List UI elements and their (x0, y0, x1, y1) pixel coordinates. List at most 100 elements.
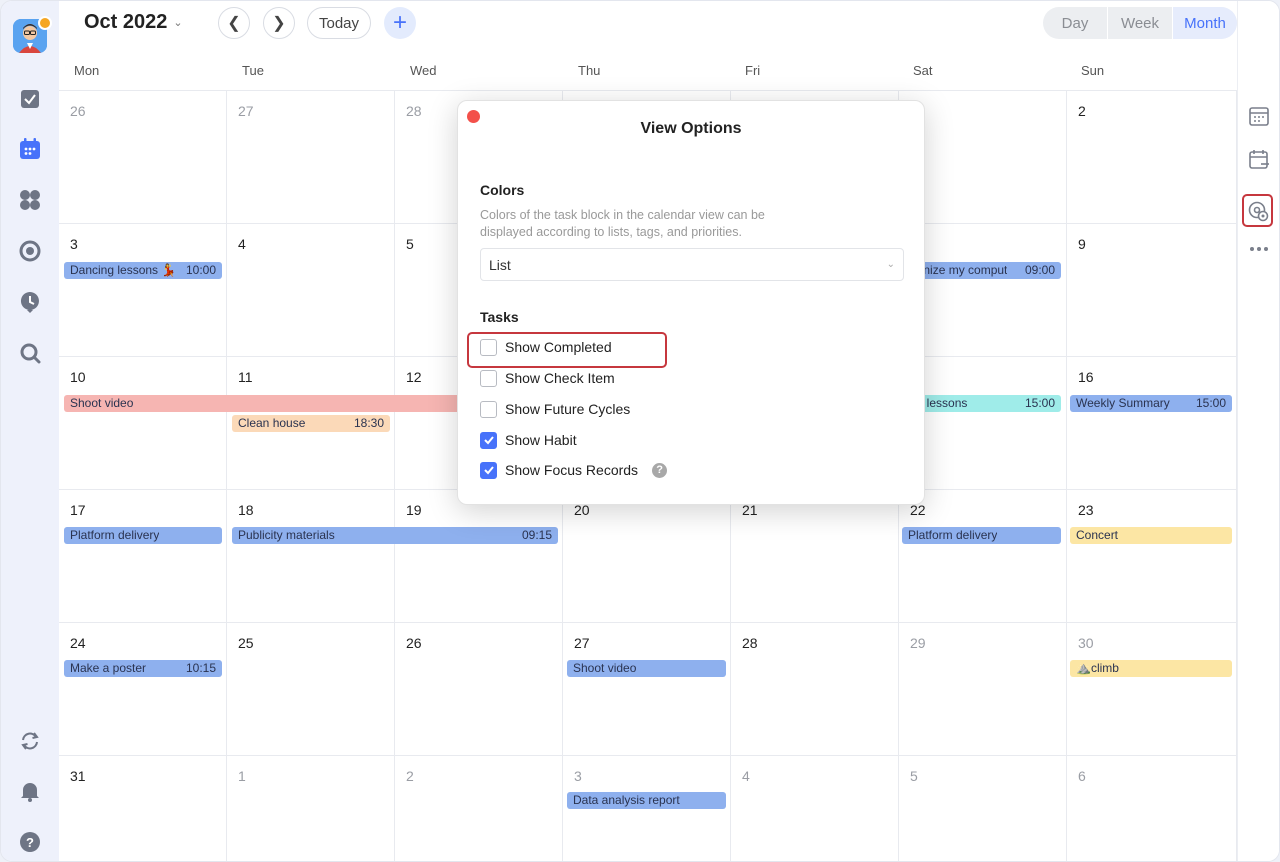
day-cell[interactable]: 3 (563, 756, 731, 861)
day-number: 10 (70, 369, 86, 385)
event-time: 09:00 (1024, 263, 1055, 277)
event-title: Shoot video (70, 396, 134, 410)
day-cell[interactable]: 4 (731, 756, 899, 861)
option-show-check-item[interactable]: Show Check Item (480, 368, 615, 388)
month-title[interactable]: Oct 2022 ⌄ (84, 11, 183, 34)
day-cell[interactable]: 29 (899, 623, 1067, 756)
day-number: 23 (1078, 502, 1094, 518)
event-block[interactable]: Platform delivery (64, 527, 222, 544)
day-cell[interactable]: 9 (1067, 224, 1237, 357)
help-icon[interactable]: ? (18, 830, 42, 854)
option-show-habit[interactable]: Show Habit (480, 430, 577, 450)
event-title: Data analysis report (573, 793, 680, 807)
day-cell[interactable]: 27 (563, 623, 731, 756)
notification-bell-icon[interactable] (18, 779, 42, 803)
event-block[interactable]: ⛰️climb (1070, 660, 1232, 677)
day-cell[interactable]: 18 (227, 490, 395, 623)
event-time: 09:15 (521, 528, 552, 542)
weekday-header: Mon (74, 63, 100, 78)
next-month-button[interactable]: ❯ (263, 7, 295, 39)
event-block[interactable]: ganize my comput 09:00 (904, 262, 1061, 279)
event-block[interactable]: Concert (1070, 527, 1232, 544)
matrix-icon[interactable] (18, 188, 42, 212)
sync-icon[interactable] (18, 729, 42, 753)
day-cell[interactable]: 20 (563, 490, 731, 623)
tasks-section-label: Tasks (480, 309, 519, 325)
event-block[interactable]: Clean house 18:30 (232, 415, 390, 432)
add-event-button[interactable]: + (384, 7, 416, 39)
option-show-completed[interactable]: Show Completed (480, 337, 612, 357)
day-cell[interactable]: 22 (899, 490, 1067, 623)
day-cell[interactable]: 23 (1067, 490, 1237, 623)
event-title: Platform delivery (70, 528, 160, 542)
weekday-header: Sun (1081, 63, 1105, 78)
event-block[interactable]: Weekly Summary 15:00 (1070, 395, 1232, 412)
calendar-edit-icon[interactable] (1248, 149, 1270, 171)
day-cell[interactable]: 24 (59, 623, 227, 756)
day-cell[interactable]: 31 (59, 756, 227, 861)
event-block[interactable]: ga lessons 15:00 (904, 395, 1061, 412)
event-block[interactable]: Make a poster 10:15 (64, 660, 222, 677)
tasks-checkbox-icon[interactable] (18, 87, 42, 111)
day-cell[interactable]: 30 (1067, 623, 1237, 756)
event-time: 10:00 (185, 263, 216, 277)
tab-day[interactable]: Day (1043, 7, 1107, 39)
event-title: Clean house (238, 416, 306, 430)
event-block[interactable]: Publicity materials 09:15 (232, 527, 558, 544)
day-cell[interactable]: 2 (1067, 91, 1237, 224)
event-block[interactable]: Data analysis report (567, 792, 726, 809)
checkbox[interactable] (480, 431, 497, 449)
help-icon[interactable]: ? (652, 462, 668, 478)
day-number: 3 (574, 768, 582, 784)
day-cell[interactable]: 6 (1067, 756, 1237, 861)
checkbox[interactable] (480, 400, 497, 418)
day-number: 2 (406, 768, 414, 784)
checkbox[interactable] (480, 461, 497, 479)
day-number: 25 (238, 635, 254, 651)
day-number: 6 (1078, 768, 1086, 784)
day-number: 18 (238, 502, 254, 518)
day-cell[interactable]: 17 (59, 490, 227, 623)
more-icon[interactable] (1246, 239, 1272, 259)
event-block[interactable]: Shoot video (64, 395, 464, 412)
calendar-grid-icon[interactable] (1248, 105, 1270, 127)
month-title-text: Oct 2022 (84, 11, 168, 33)
calendar-icon[interactable] (18, 137, 42, 161)
option-show-future-cycles[interactable]: Show Future Cycles (480, 399, 630, 419)
day-cell[interactable]: 28 (731, 623, 899, 756)
colors-select[interactable]: List ⌄ (480, 248, 904, 281)
view-options-dialog: View Options Colors Colors of the task b… (457, 100, 925, 505)
today-button[interactable]: Today (307, 7, 371, 39)
focus-icon[interactable] (18, 239, 42, 263)
day-cell[interactable]: 16 (1067, 357, 1237, 490)
day-cell[interactable]: 26 (59, 91, 227, 224)
tab-week[interactable]: Week (1107, 7, 1173, 39)
day-cell[interactable]: 5 (899, 756, 1067, 861)
day-cell[interactable]: 3 (59, 224, 227, 357)
event-block[interactable]: Shoot video (567, 660, 726, 677)
event-time: 15:00 (1195, 396, 1226, 410)
day-cell[interactable]: 21 (731, 490, 899, 623)
day-cell[interactable]: 10 (59, 357, 227, 490)
day-cell[interactable]: 19 (395, 490, 563, 623)
option-show-focus-records[interactable]: Show Focus Records ? (480, 460, 668, 480)
event-block[interactable]: Platform delivery (902, 527, 1061, 544)
tab-month[interactable]: Month (1173, 7, 1237, 39)
dialog-title: View Options (640, 120, 742, 137)
day-cell[interactable]: 4 (227, 224, 395, 357)
habit-icon[interactable] (18, 290, 42, 314)
event-block[interactable]: Dancing lessons 💃 10:00 (64, 262, 222, 279)
checkbox[interactable] (480, 369, 497, 387)
view-options-button[interactable] (1242, 194, 1273, 227)
day-cell[interactable]: 2 (395, 756, 563, 861)
day-cell[interactable]: 25 (227, 623, 395, 756)
previous-month-button[interactable]: ❮ (218, 7, 250, 39)
checkbox[interactable] (480, 338, 497, 356)
day-number: 19 (406, 502, 422, 518)
option-label: Show Habit (505, 432, 577, 448)
day-number: 3 (70, 236, 78, 252)
day-cell[interactable]: 1 (227, 756, 395, 861)
day-cell[interactable]: 27 (227, 91, 395, 224)
search-icon[interactable] (18, 341, 42, 365)
day-cell[interactable]: 26 (395, 623, 563, 756)
